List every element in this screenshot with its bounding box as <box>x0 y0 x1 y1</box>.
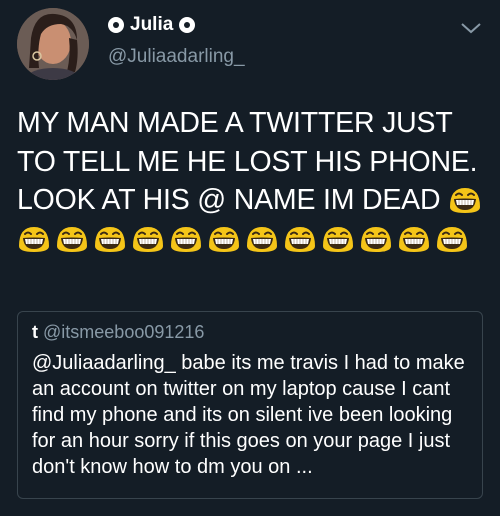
author-handle[interactable]: @Juliaadarling_ <box>108 46 245 68</box>
quoted-author[interactable]: t @itsmeeboo091216 <box>32 322 204 343</box>
grinning-squinting-face-icon <box>55 224 89 254</box>
quoted-author-handle: @itsmeeboo091216 <box>43 322 205 342</box>
grinning-squinting-face-icon <box>131 224 165 254</box>
display-name: Julia <box>130 14 174 35</box>
grinning-squinting-face-icon <box>93 224 127 254</box>
gear-icon <box>108 17 124 33</box>
grinning-squinting-face-icon <box>207 224 241 254</box>
grinning-squinting-face-icon <box>17 224 51 254</box>
quoted-author-name: t <box>32 322 38 342</box>
tweet-card[interactable]: Julia @Juliaadarling_ MY MAN MADE A TWIT… <box>0 0 500 516</box>
grinning-squinting-face-icon <box>321 224 355 254</box>
gear-icon <box>179 17 196 33</box>
quoted-tweet[interactable]: t @itsmeeboo091216 @Juliaadarling_ babe … <box>17 311 483 499</box>
tweet-text: MY MAN MADE A TWITTER JUST TO TELL ME HE… <box>17 104 487 258</box>
author-name[interactable]: Julia <box>108 14 196 36</box>
grinning-squinting-face-icon <box>169 224 203 254</box>
grinning-squinting-face-icon <box>397 224 431 254</box>
grinning-squinting-face-icon <box>283 224 317 254</box>
grinning-squinting-face-icon <box>245 224 279 254</box>
grinning-squinting-face-icon <box>448 185 482 215</box>
tweet-body: MY MAN MADE A TWITTER JUST TO TELL ME HE… <box>17 107 478 216</box>
chevron-down-icon[interactable] <box>458 18 484 38</box>
grinning-squinting-face-icon <box>359 224 393 254</box>
avatar[interactable] <box>17 8 89 80</box>
quoted-tweet-text: @Juliaadarling_ babe its me travis I had… <box>32 352 465 478</box>
grinning-squinting-face-icon <box>435 224 469 254</box>
